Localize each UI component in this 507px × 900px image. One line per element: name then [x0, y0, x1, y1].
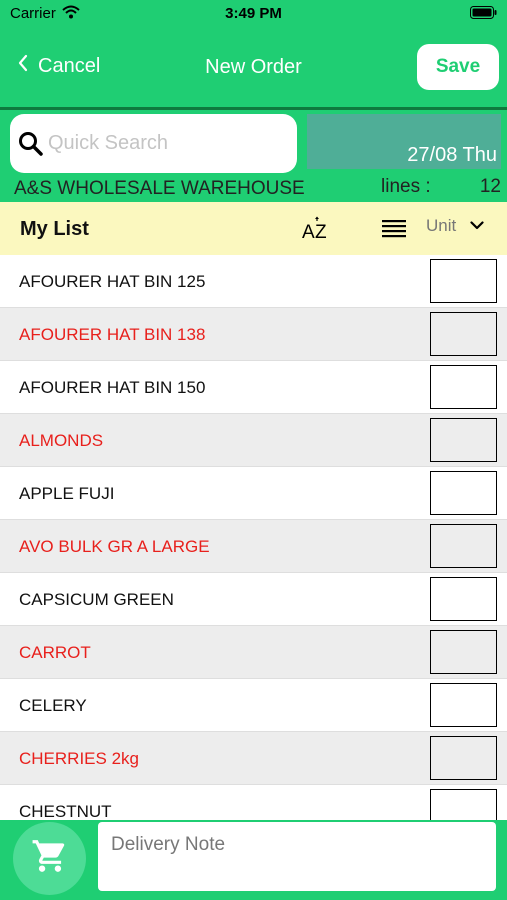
list-item[interactable]: ALMONDS [0, 414, 507, 467]
delivery-note-input[interactable] [98, 822, 496, 891]
quantity-input[interactable] [430, 524, 497, 568]
battery-icon [470, 6, 497, 23]
list-item[interactable]: AVO BULK GR A LARGE [0, 520, 507, 573]
order-info-panel: 27/08 Thu A&S WHOLESALE WAREHOUSE lines … [0, 110, 507, 202]
quantity-input[interactable] [430, 365, 497, 409]
lines-count: 12 [479, 176, 501, 197]
item-name: CAPSICUM GREEN [19, 590, 174, 609]
quantity-input[interactable] [430, 259, 497, 303]
quantity-input[interactable] [430, 736, 497, 780]
quantity-input[interactable] [430, 683, 497, 727]
unit-dropdown[interactable]: Unit [426, 216, 484, 236]
wifi-icon [62, 5, 80, 23]
item-name: CHERRIES 2kg [19, 749, 139, 768]
app-header: Carrier 3:49 PM Cancel New Order Save [0, 0, 507, 112]
list-item[interactable]: CAPSICUM GREEN [0, 573, 507, 626]
cancel-label: Cancel [38, 54, 101, 77]
item-name: AFOURER HAT BIN 125 [19, 272, 206, 291]
search-icon [18, 131, 44, 162]
list-toolbar: My List A Z Unit [0, 202, 507, 255]
chevron-down-icon [470, 217, 484, 235]
quantity-input[interactable] [430, 471, 497, 515]
item-name: AFOURER HAT BIN 150 [19, 378, 206, 397]
item-name: APPLE FUJI [19, 484, 115, 503]
quantity-input[interactable] [430, 312, 497, 356]
list-title: My List [20, 218, 89, 240]
item-name: CELERY [19, 696, 87, 715]
date-picker[interactable]: 27/08 Thu [307, 114, 501, 169]
nav-bar: Cancel New Order Save [0, 40, 507, 96]
save-button[interactable]: Save [417, 44, 499, 90]
item-name: CHESTNUT [19, 802, 112, 820]
svg-text:Z: Z [315, 222, 327, 243]
list-item[interactable]: APPLE FUJI [0, 467, 507, 520]
item-name: ALMONDS [19, 431, 104, 450]
status-bar: Carrier 3:49 PM [0, 0, 507, 28]
cancel-button[interactable]: Cancel [18, 54, 100, 78]
store-name: A&S WHOLESALE WAREHOUSE [14, 178, 305, 199]
cart-icon [31, 837, 69, 880]
quantity-input[interactable] [430, 630, 497, 674]
svg-text:A: A [302, 222, 315, 243]
item-name: AFOURER HAT BIN 138 [19, 325, 206, 344]
list-item[interactable]: AFOURER HAT BIN 150 [0, 361, 507, 414]
list-item[interactable]: CELERY [0, 679, 507, 732]
footer-bar [0, 820, 507, 900]
cart-button[interactable] [13, 822, 86, 895]
list-item[interactable]: AFOURER HAT BIN 125 [0, 255, 507, 308]
quantity-input[interactable] [430, 577, 497, 621]
list-item[interactable]: CHESTNUT [0, 785, 507, 820]
chevron-left-icon [18, 54, 28, 78]
search-box[interactable] [10, 114, 297, 173]
item-name: CARROT [19, 643, 91, 662]
lines-label: lines : [381, 176, 431, 197]
item-list: AFOURER HAT BIN 125 AFOURER HAT BIN 138 AF… [0, 255, 507, 820]
list-item[interactable]: AFOURER HAT BIN 138 [0, 308, 507, 361]
list-view-icon[interactable] [382, 220, 406, 243]
search-input[interactable] [48, 124, 288, 162]
quantity-input[interactable] [430, 789, 497, 820]
quantity-input[interactable] [430, 418, 497, 462]
list-item[interactable]: CHERRIES 2kg [0, 732, 507, 785]
sort-az-icon[interactable]: A Z [300, 216, 330, 249]
unit-label: Unit [426, 216, 457, 235]
order-date: 27/08 Thu [407, 144, 497, 166]
list-item[interactable]: CARROT [0, 626, 507, 679]
item-name: AVO BULK GR A LARGE [19, 537, 210, 556]
carrier-label: Carrier [10, 5, 56, 22]
